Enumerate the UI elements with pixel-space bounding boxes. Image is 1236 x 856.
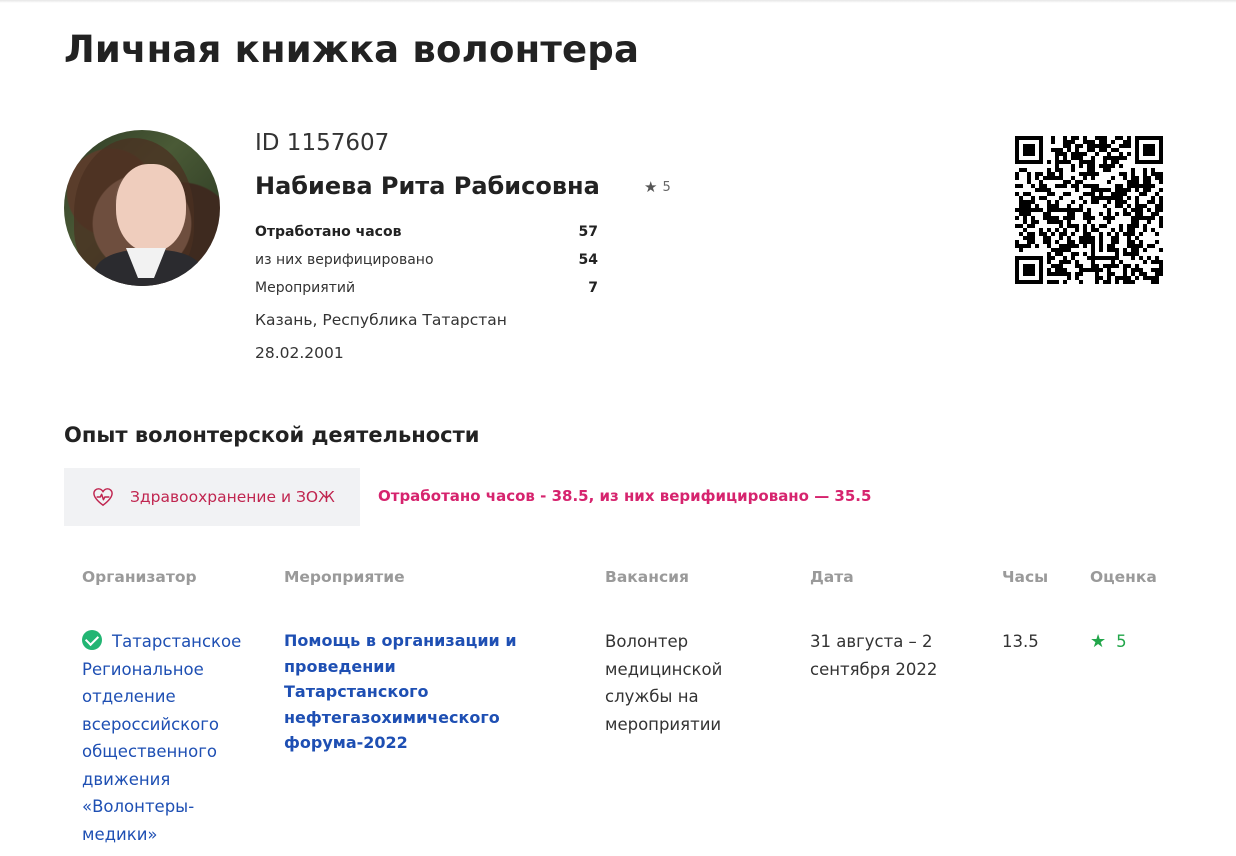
event-link[interactable]: Помощь в организации и проведении Татарс… <box>284 628 544 756</box>
volunteer-name: Набиева Рита Рабисовна <box>255 172 600 200</box>
stat-label: из них верифицировано <box>255 252 434 268</box>
volunteer-id: ID 1157607 <box>255 130 390 156</box>
top-shadow <box>0 0 1236 3</box>
stat-hours-verified: из них верифицировано 54 <box>255 246 600 274</box>
score-cell: ★ 5 <box>1090 628 1127 656</box>
column-header-organizer[interactable]: Организатор <box>82 568 197 586</box>
page-title: Личная книжка волонтера <box>64 28 640 71</box>
verified-check-icon <box>82 630 102 650</box>
organizer-name[interactable]: Татарстанское Региональное отделение все… <box>82 632 241 844</box>
stat-hours-worked: Отработано часов 57 <box>255 218 600 246</box>
heart-pulse-icon <box>93 488 113 507</box>
category-label: Здравоохранение и ЗОЖ <box>130 488 335 506</box>
stat-value: 7 <box>588 280 598 296</box>
star-icon: ★ <box>644 178 658 196</box>
section-title: Опыт волонтерской деятельности <box>64 423 480 447</box>
stat-value: 54 <box>578 252 598 268</box>
avatar <box>64 130 220 286</box>
stat-events: Мероприятий 7 <box>255 274 600 302</box>
stat-label: Мероприятий <box>255 280 356 296</box>
score-value: 5 <box>1116 632 1127 651</box>
organizer-link[interactable]: Татарстанское Региональное отделение все… <box>82 628 252 848</box>
volunteer-rating-value: 5 <box>662 179 671 195</box>
column-header-event[interactable]: Мероприятие <box>284 568 405 586</box>
volunteer-birthdate: 28.02.2001 <box>255 344 344 362</box>
volunteer-stats: Отработано часов 57 из них верифицирован… <box>255 218 600 302</box>
column-header-date[interactable]: Дата <box>810 568 854 586</box>
stat-value: 57 <box>578 224 598 240</box>
date-cell: 31 августа – 2 сентября 2022 <box>810 632 938 679</box>
column-header-hours[interactable]: Часы <box>1002 568 1048 586</box>
star-icon: ★ <box>1090 631 1107 652</box>
stat-label: Отработано часов <box>255 224 402 240</box>
hours-cell: 13.5 <box>1002 632 1039 651</box>
category-summary: Отработано часов - 38.5, из них верифици… <box>378 487 872 505</box>
volunteer-rating: ★ 5 <box>644 178 671 196</box>
qr-code <box>1015 136 1163 284</box>
volunteer-city: Казань, Республика Татарстан <box>255 311 507 329</box>
vacancy-cell: Волонтер медицинской службы на мероприят… <box>605 632 723 734</box>
category-tab-healthcare[interactable]: Здравоохранение и ЗОЖ <box>64 468 360 526</box>
column-header-vacancy[interactable]: Вакансия <box>605 568 689 586</box>
column-header-score[interactable]: Оценка <box>1090 568 1157 586</box>
